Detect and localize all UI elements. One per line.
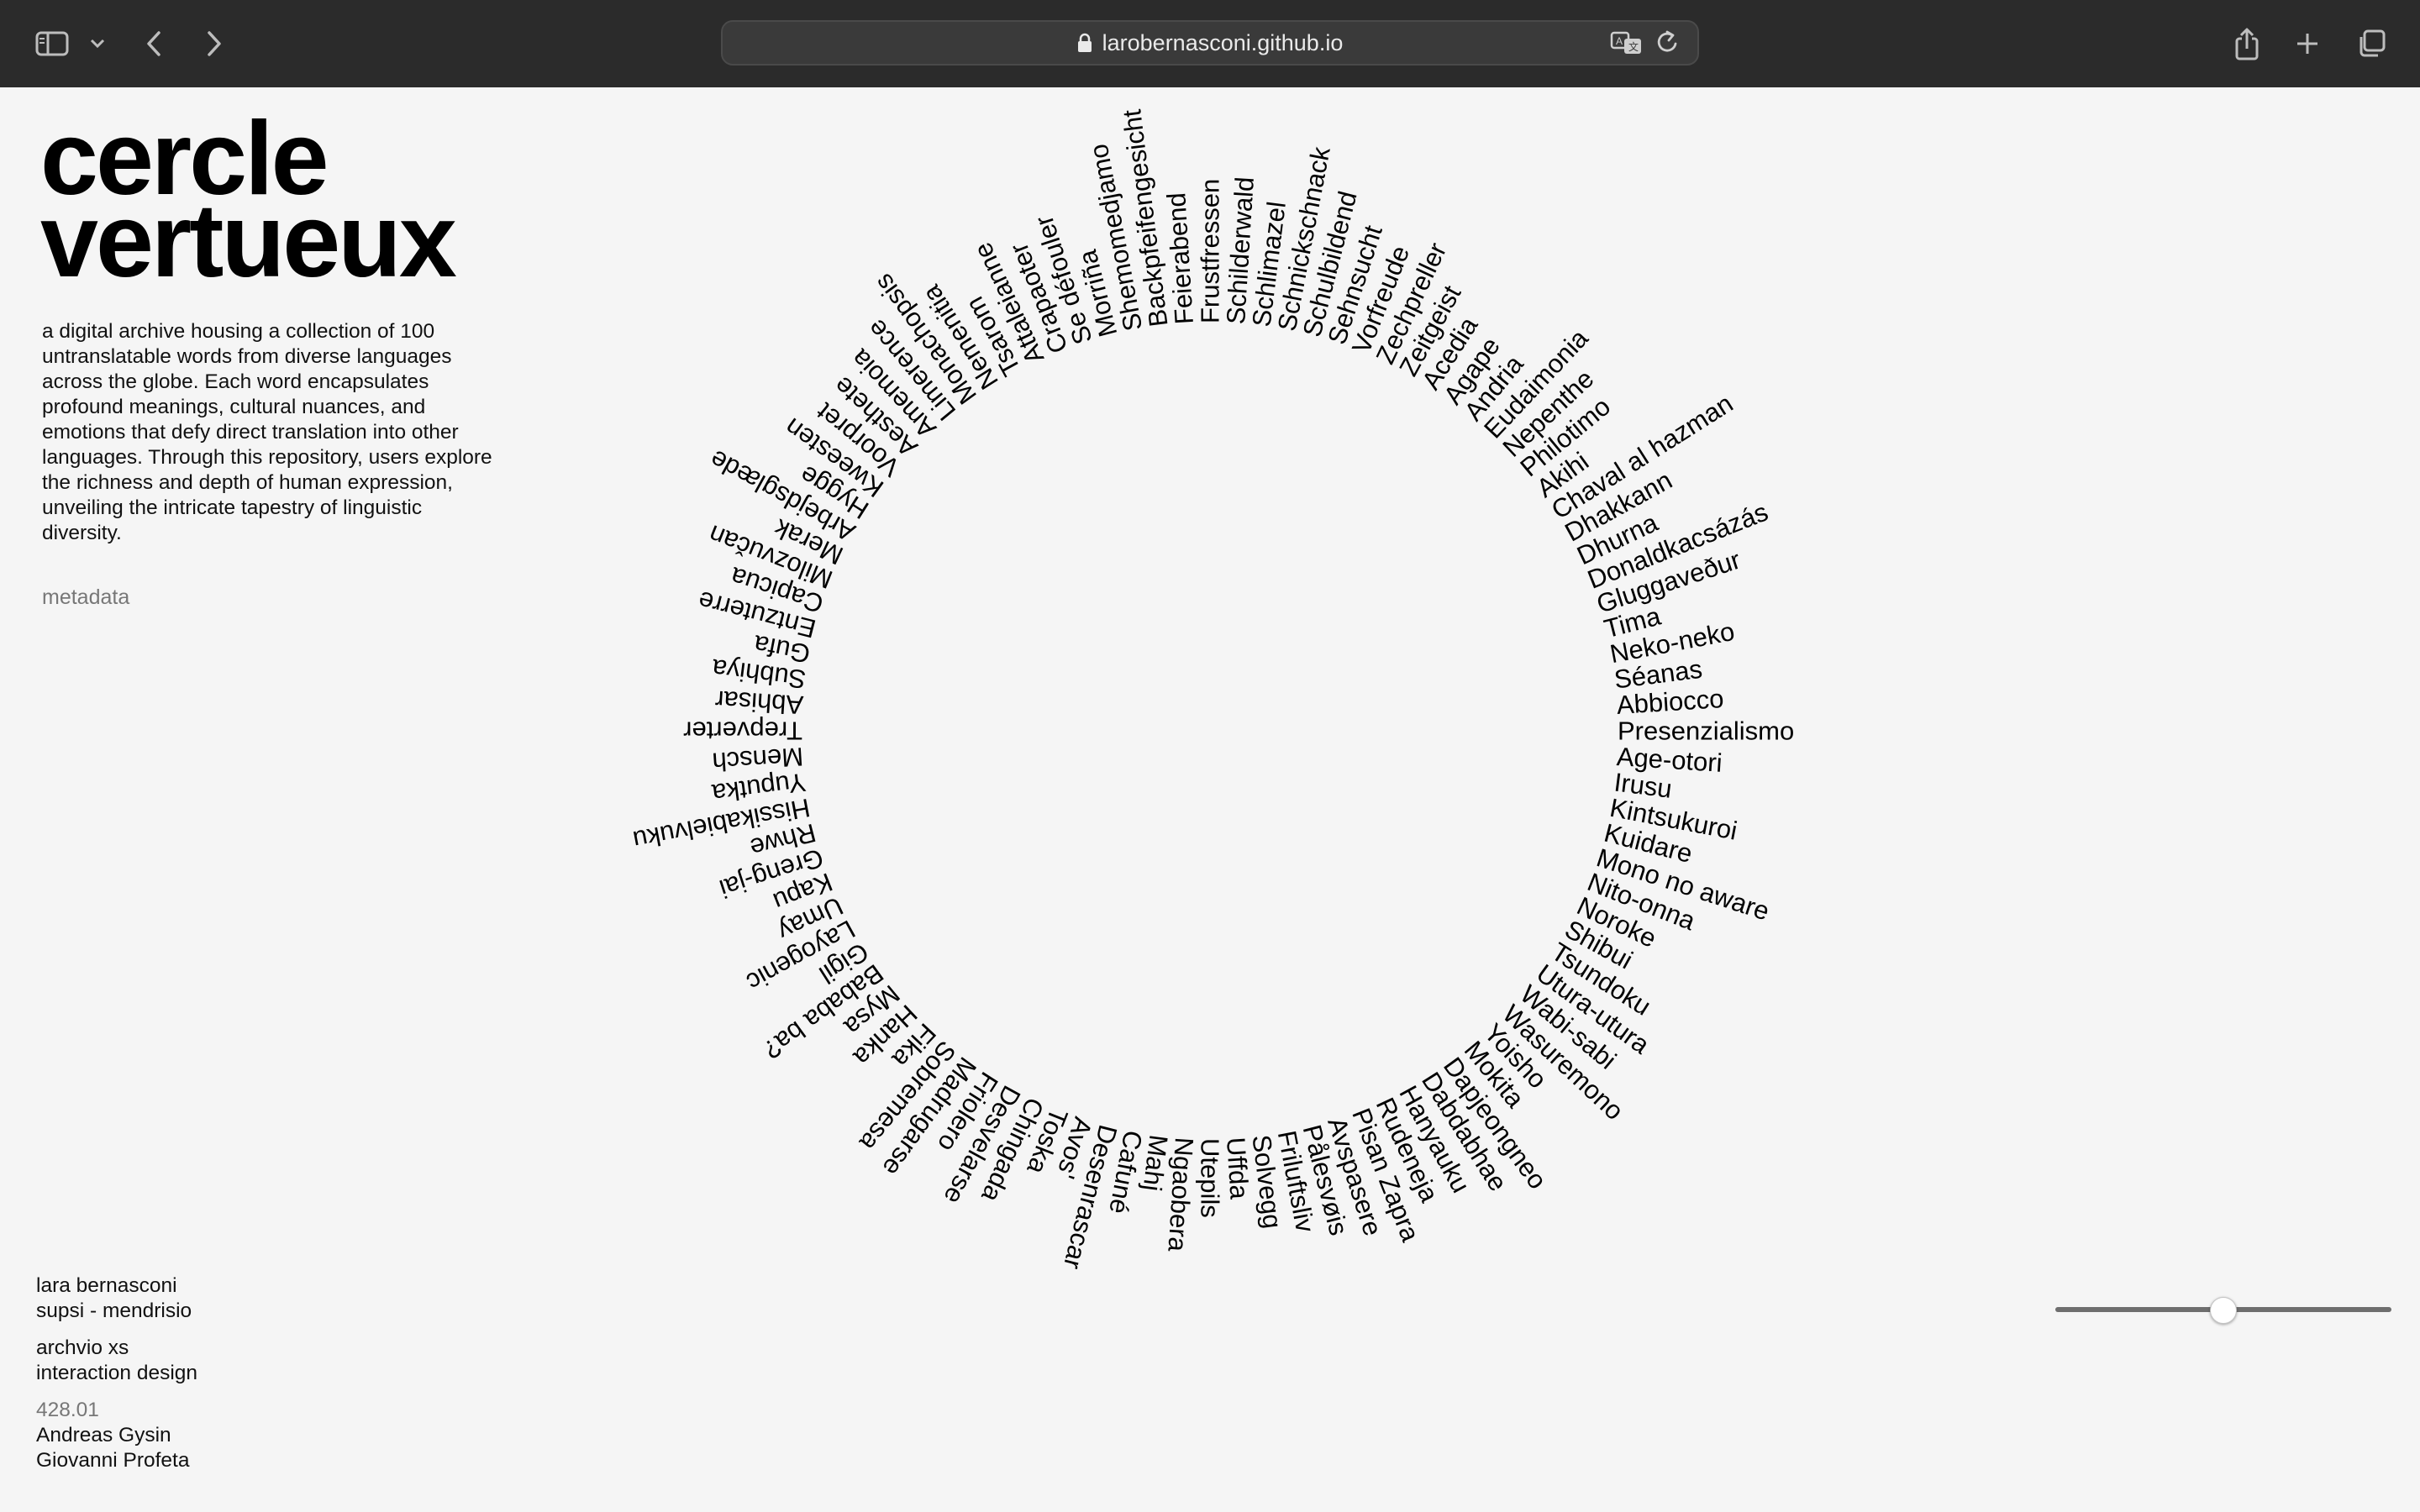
lock-icon	[1077, 33, 1092, 53]
back-icon[interactable]	[139, 22, 168, 66]
share-icon[interactable]	[2232, 22, 2262, 66]
translate-icon[interactable]: A文	[1610, 29, 1644, 62]
word-item[interactable]: Mensch	[712, 742, 805, 777]
word-item[interactable]: Abbiocco	[1616, 684, 1724, 720]
svg-text:A: A	[1616, 35, 1623, 47]
new-tab-icon[interactable]	[2292, 22, 2323, 66]
slider-thumb[interactable]	[2210, 1297, 2237, 1324]
word-item[interactable]: Utepils	[1196, 1138, 1225, 1218]
word-item[interactable]: Presenzialismo	[1618, 718, 1794, 744]
rotation-slider[interactable]	[2055, 1294, 2391, 1327]
address-bar[interactable]: larobernasconi.github.io A文	[721, 20, 1699, 66]
reload-icon[interactable]	[1655, 29, 1681, 62]
chevron-down-icon[interactable]	[87, 22, 108, 66]
svg-text:文: 文	[1628, 40, 1639, 53]
tab-overview-icon[interactable]	[2354, 22, 2388, 66]
forward-icon[interactable]	[200, 22, 229, 66]
word-item[interactable]: Trepverter	[683, 717, 802, 746]
sidebar-icon[interactable]	[34, 22, 71, 66]
browser-toolbar: larobernasconi.github.io A文	[0, 0, 2420, 87]
word-item[interactable]: Uffda	[1221, 1137, 1255, 1200]
word-item[interactable]: Frustfressen	[1196, 179, 1225, 323]
word-item[interactable]: Feierabend	[1161, 192, 1199, 325]
url-text: larobernasconi.github.io	[1102, 29, 1344, 55]
